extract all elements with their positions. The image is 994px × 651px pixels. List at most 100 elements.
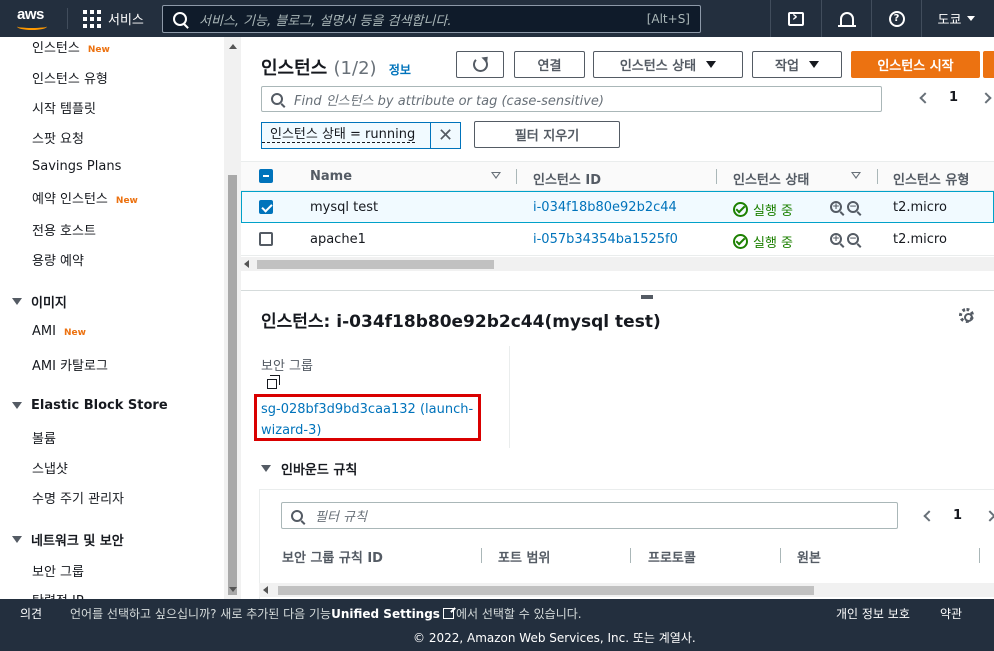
- column-header-source[interactable]: 원본: [797, 547, 821, 566]
- column-resizer[interactable]: [979, 548, 980, 563]
- chevron-left-icon[interactable]: [923, 509, 935, 522]
- column-resizer[interactable]: [877, 169, 878, 184]
- sidebar-section-images[interactable]: 이미지: [12, 292, 67, 311]
- chevron-left-icon[interactable]: [919, 91, 931, 104]
- launch-instance-button[interactable]: 인스턴스 시작: [851, 51, 980, 78]
- page-title-text: 인스턴스: [261, 58, 328, 79]
- sidebar-item-snapshots[interactable]: 스냅샷: [32, 458, 68, 477]
- search-icon: [173, 12, 187, 26]
- row-checkbox[interactable]: [259, 200, 273, 214]
- sidebar-section-network[interactable]: 네트워크 및 보안: [12, 530, 124, 549]
- column-resizer[interactable]: [516, 169, 517, 184]
- clear-filters-button[interactable]: 필터 지우기: [474, 121, 620, 148]
- row-checkbox[interactable]: [259, 232, 273, 246]
- instance-id-link[interactable]: i-034f18b80e92b2c44: [533, 200, 677, 215]
- column-resizer[interactable]: [780, 548, 781, 563]
- sidebar-item-capacity-reservations[interactable]: 용량 예약: [32, 250, 84, 269]
- zoom-in-icon[interactable]: +: [830, 233, 842, 245]
- aws-logo[interactable]: aws: [16, 6, 52, 31]
- zoom-out-icon[interactable]: −: [847, 201, 859, 213]
- column-header-port-range[interactable]: 포트 범위: [498, 547, 550, 566]
- sidebar-item-spot-requests[interactable]: 스팟 요청: [32, 128, 84, 147]
- sidebar-item-security-groups[interactable]: 보안 그룹: [32, 561, 84, 580]
- sidebar-section-ebs[interactable]: Elastic Block Store: [12, 398, 168, 413]
- new-badge: New: [115, 196, 138, 206]
- chevron-right-icon[interactable]: [980, 91, 992, 104]
- split-panel-drag-handle[interactable]: [641, 295, 653, 299]
- column-header-rule-id[interactable]: 보안 그룹 규칙 ID: [282, 547, 383, 566]
- zoom-out-icon[interactable]: −: [847, 233, 859, 245]
- rules-horizontal-scrollbar[interactable]: [259, 583, 994, 597]
- scrollbar-thumb[interactable]: [278, 586, 814, 595]
- sidebar-item-ami-catalog[interactable]: AMI 카탈로그: [32, 355, 108, 374]
- nav-divider: [67, 8, 68, 29]
- global-search-input[interactable]: 서비스, 기능, 블로그, 설명서 등을 검색합니다. [Alt+S]: [162, 5, 701, 33]
- sidebar-scrollbar-thumb[interactable]: [228, 175, 237, 595]
- scroll-up-arrow-icon[interactable]: [229, 44, 237, 49]
- page-number[interactable]: 1: [949, 90, 958, 105]
- search-placeholder: 서비스, 기능, 블로그, 설명서 등을 검색합니다.: [199, 13, 452, 29]
- chevron-right-icon[interactable]: [984, 509, 994, 522]
- connect-button[interactable]: 연결: [514, 51, 585, 78]
- refresh-button[interactable]: [456, 51, 504, 78]
- inbound-rules-section-header[interactable]: 인바운드 규칙: [261, 459, 357, 478]
- caret-down-icon: [808, 61, 819, 68]
- instance-state-label: 인스턴스 상태: [619, 59, 697, 74]
- feedback-link[interactable]: 의견: [20, 605, 42, 622]
- select-all-checkbox[interactable]: [259, 169, 273, 183]
- copy-icon[interactable]: [267, 375, 280, 389]
- sort-icon[interactable]: [851, 172, 861, 179]
- instance-id-link[interactable]: i-057b34354ba1525f0: [533, 232, 678, 247]
- scroll-left-arrow-icon[interactable]: [244, 260, 249, 268]
- instance-state-dropdown[interactable]: 인스턴스 상태: [593, 51, 743, 78]
- actions-dropdown[interactable]: 작업: [752, 51, 842, 78]
- instance-state: 실행 중: [733, 232, 793, 251]
- privacy-link[interactable]: 개인 정보 보호: [836, 605, 910, 622]
- terms-link[interactable]: 약관: [940, 605, 962, 622]
- column-resizer[interactable]: [481, 548, 482, 563]
- column-header-instance-id[interactable]: 인스턴스 ID: [533, 169, 601, 188]
- info-link[interactable]: 정보: [389, 63, 411, 77]
- sidebar-item-savings-plans[interactable]: Savings Plans: [32, 159, 121, 174]
- sidebar-item-lifecycle-manager[interactable]: 수명 주기 관리자: [32, 488, 124, 507]
- column-header-instance-state[interactable]: 인스턴스 상태: [733, 169, 809, 188]
- region-selector[interactable]: 도쿄: [921, 0, 991, 37]
- sidebar-item-instance-types[interactable]: 인스턴스 유형: [32, 68, 108, 87]
- sidebar-item-instances[interactable]: 인스턴스 New: [32, 37, 110, 56]
- scrollbar-thumb[interactable]: [257, 260, 494, 269]
- notifications-button[interactable]: [821, 0, 871, 37]
- zoom-in-icon[interactable]: +: [830, 201, 842, 213]
- sidebar-item-reserved-instances[interactable]: 예약 인스턴스 New: [32, 188, 138, 207]
- column-header-protocol[interactable]: 프로토콜: [648, 547, 696, 566]
- connect-label: 연결: [537, 59, 562, 74]
- filter-token-text[interactable]: 인스턴스 상태 = running: [262, 128, 416, 143]
- page-number[interactable]: 1: [953, 508, 962, 523]
- table-row[interactable]: apache1 i-057b34354ba1525f0 실행 중 + − t2.m…: [241, 224, 994, 256]
- sidebar-item-launch-templates[interactable]: 시작 템플릿: [32, 98, 96, 117]
- gear-icon[interactable]: [959, 308, 974, 323]
- sort-icon[interactable]: [491, 172, 501, 179]
- table-row[interactable]: mysql test i-034f18b80e92b2c44 실행 중 + − t…: [241, 191, 994, 223]
- scroll-down-arrow-icon[interactable]: [229, 587, 237, 592]
- instance-filter-input[interactable]: Find 인스턴스 by attribute or tag (case-sens…: [261, 86, 882, 112]
- sidebar-item-volumes[interactable]: 볼륨: [32, 428, 56, 447]
- table-horizontal-scrollbar[interactable]: [241, 257, 994, 271]
- column-header-instance-type[interactable]: 인스턴스 유형: [893, 169, 969, 188]
- cloudshell-button[interactable]: [770, 0, 821, 37]
- sidebar-item-ami[interactable]: AMI New: [32, 324, 86, 339]
- sidebar-item-dedicated-hosts[interactable]: 전용 호스트: [32, 220, 96, 239]
- remove-filter-button[interactable]: ✕: [430, 123, 460, 148]
- scroll-left-arrow-icon[interactable]: [263, 586, 268, 594]
- zoom-controls: + −: [830, 233, 859, 245]
- column-header-name[interactable]: Name: [310, 169, 352, 184]
- help-button[interactable]: ?: [871, 0, 921, 37]
- launch-instance-dropdown[interactable]: [983, 51, 994, 78]
- search-icon: [291, 509, 303, 522]
- column-resizer[interactable]: [716, 169, 717, 184]
- services-menu-button[interactable]: 서비스: [83, 9, 144, 28]
- filter-rules-input[interactable]: 필터 규칙: [281, 502, 898, 529]
- unified-settings-link[interactable]: Unified Settings: [331, 607, 440, 621]
- column-resizer[interactable]: [630, 548, 631, 563]
- column-divider: [509, 346, 510, 448]
- sidebar-item-elastic-ips[interactable]: 탄력적 IP: [32, 590, 84, 599]
